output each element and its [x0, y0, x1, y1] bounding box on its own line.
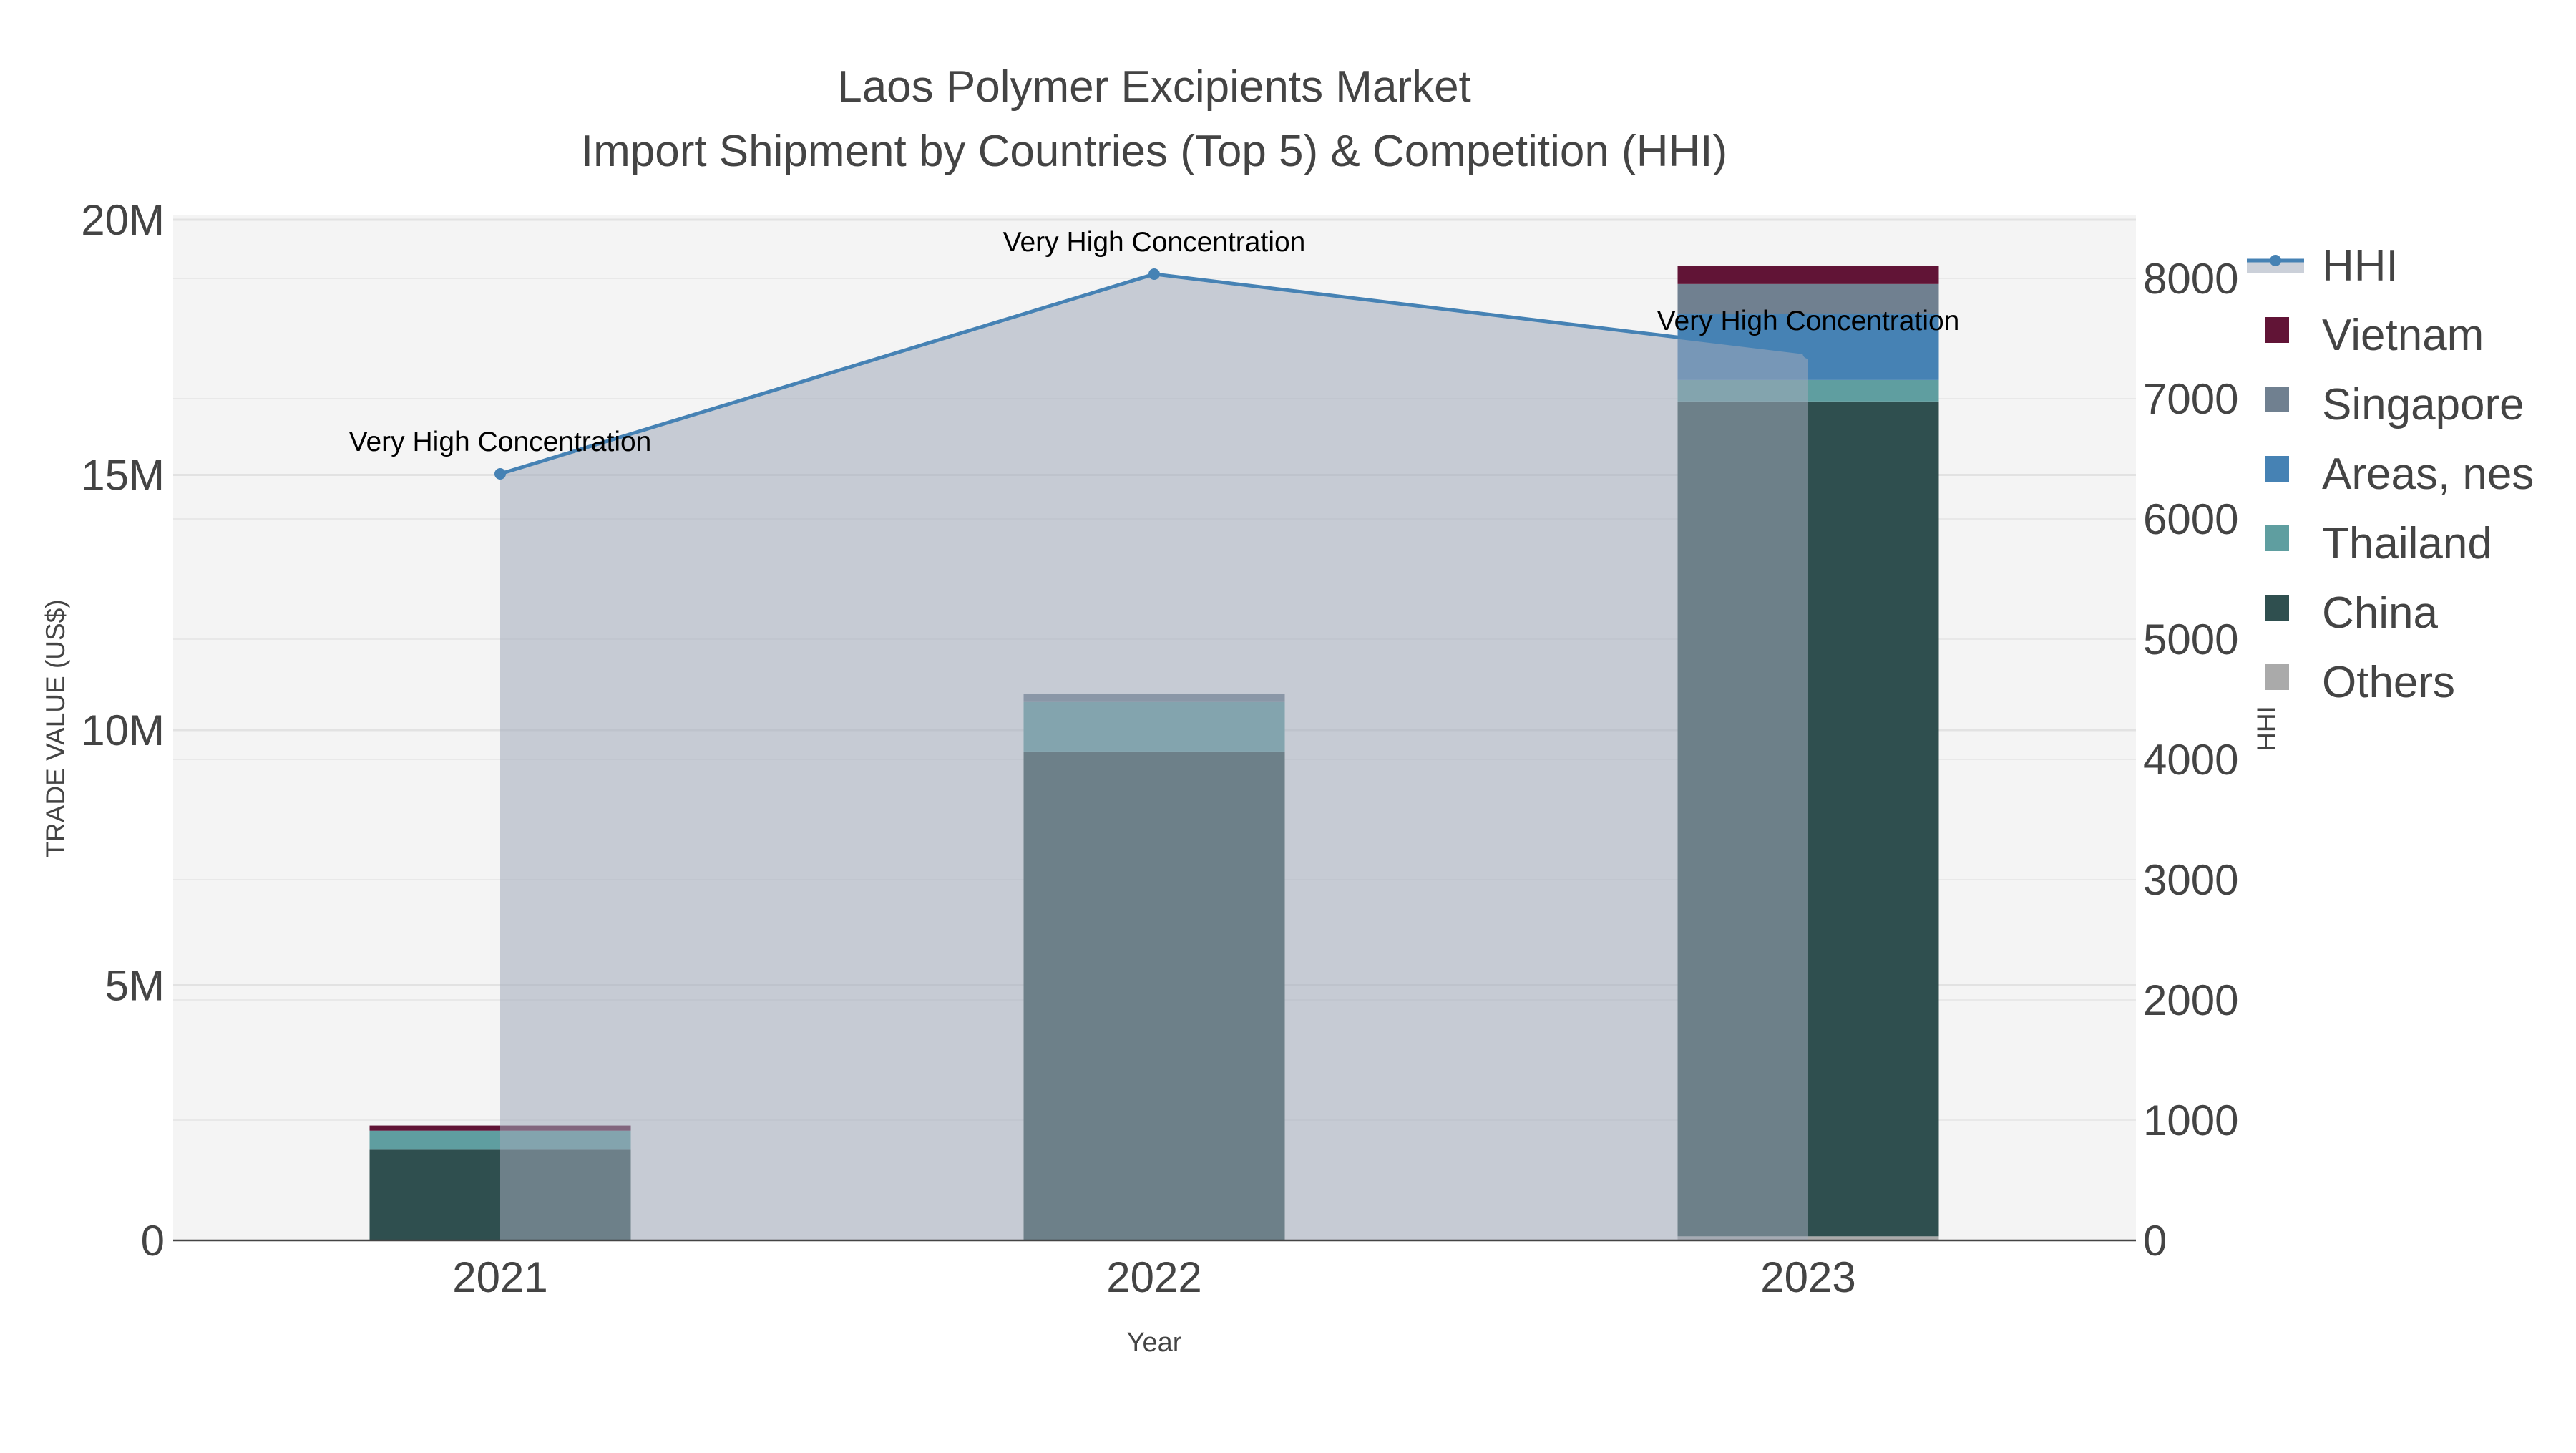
y-tick-label: 15M: [81, 452, 165, 500]
hhi-point[interactable]: [494, 468, 506, 480]
legend-item-areas-nes[interactable]: Areas, nes: [2265, 449, 2534, 499]
y2-tick-label: 1000: [2143, 1097, 2238, 1145]
legend-label: HHI: [2322, 241, 2399, 291]
x-tick-label: 2023: [1760, 1253, 1855, 1301]
legend-item-singapore[interactable]: Singapore: [2265, 380, 2524, 429]
legend-swatch: [2265, 317, 2289, 343]
legend-item-vietnam[interactable]: Vietnam: [2265, 311, 2484, 360]
chart-subtitle: Import Shipment by Countries (Top 5) & C…: [581, 127, 1727, 176]
legend-label: Vietnam: [2322, 311, 2484, 360]
chart: Very High Concentration Very High Concent…: [41, 62, 2534, 1358]
y-tick-label: 10M: [81, 706, 165, 754]
hhi-annotation: Very High Concentration: [1657, 306, 1960, 336]
legend-swatch: [2265, 525, 2289, 551]
legend-swatch: [2265, 456, 2289, 482]
hhi-annotation: Very High Concentration: [349, 427, 652, 457]
y2-tick-label: 8000: [2143, 255, 2238, 303]
legend-marker: [2270, 255, 2281, 266]
hhi-area: [500, 273, 1808, 1240]
y2-tick-label: 3000: [2143, 856, 2238, 904]
y-tick-label: 0: [141, 1217, 165, 1265]
legend-label: Singapore: [2322, 380, 2524, 429]
legend-item-china[interactable]: China: [2265, 588, 2439, 638]
hhi-point[interactable]: [1148, 268, 1160, 280]
y-tick-label: 20M: [81, 196, 165, 244]
hhi-point[interactable]: [1802, 347, 1814, 359]
y-tick-label: 5M: [105, 962, 165, 1010]
y2-tick-label: 0: [2143, 1217, 2167, 1265]
x-axis-title: Year: [1127, 1328, 1182, 1358]
legend-label: China: [2322, 588, 2439, 638]
bar-vietnam-2023[interactable]: [1677, 266, 1939, 284]
y2-tick-label: 5000: [2143, 616, 2238, 664]
legend-label: Others: [2322, 658, 2455, 707]
chart-title: Laos Polymer Excipients Market: [837, 62, 1471, 112]
y2-tick-label: 7000: [2143, 375, 2238, 423]
legend-swatch: [2265, 387, 2289, 412]
y2-tick-label: 2000: [2143, 976, 2238, 1024]
y2-tick-label: 6000: [2143, 495, 2238, 543]
y-axis-title: TRADE VALUE (US$): [41, 599, 70, 857]
y2-tick-label: 4000: [2143, 736, 2238, 784]
legend-label: Thailand: [2322, 519, 2492, 568]
x-tick-label: 2022: [1106, 1253, 1201, 1301]
legend-label: Areas, nes: [2322, 449, 2534, 499]
legend-item-others[interactable]: Others: [2265, 658, 2455, 707]
legend-item-hhi[interactable]: HHI: [2247, 241, 2399, 291]
x-tick-label: 2021: [452, 1253, 547, 1301]
legend-item-thailand[interactable]: Thailand: [2265, 519, 2492, 568]
legend-swatch: [2265, 664, 2289, 690]
legend-swatch: [2265, 595, 2289, 621]
y2-axis-title: HHI: [2252, 706, 2281, 752]
hhi-annotation: Very High Concentration: [1003, 227, 1306, 258]
